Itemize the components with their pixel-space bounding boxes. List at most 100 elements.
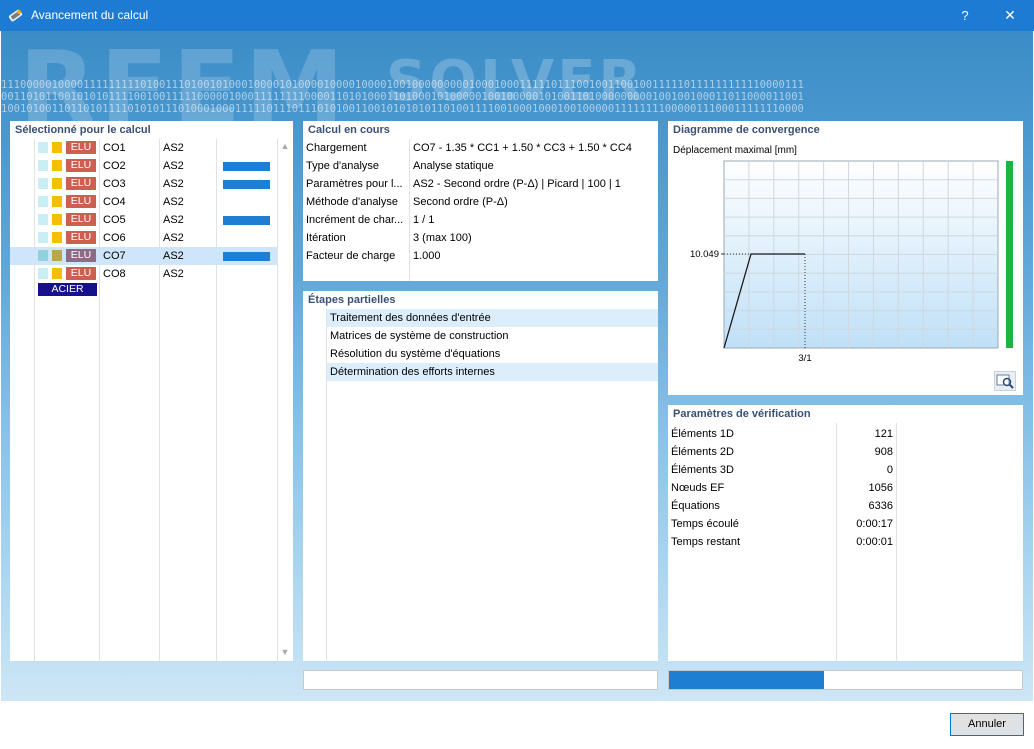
design-situation-badge: ELU (66, 249, 96, 262)
color-swatch (38, 178, 48, 189)
info-key: Incrément de char... (306, 214, 404, 226)
close-button[interactable]: ✕ (988, 0, 1032, 31)
partial-step-item: Traitement des données d'entrée (327, 309, 658, 327)
color-swatch (38, 196, 48, 207)
load-combination-row[interactable]: ELU CO2 AS2 (10, 157, 277, 175)
current-calculation-panel: Calcul en cours Chargement CO7 - 1.35 * C… (303, 121, 658, 281)
parameter-value: 121 (874, 428, 893, 440)
parameter-row: Éléments 3D 0 (668, 461, 1023, 479)
parameter-value: 908 (874, 446, 893, 458)
partial-step-item: Détermination des efforts internes (327, 363, 658, 381)
parameter-value: 0:00:17 (856, 518, 893, 530)
parameter-value: 1056 (868, 482, 893, 494)
color-swatch (38, 232, 48, 243)
info-value: 3 (max 100) (413, 232, 472, 244)
parameter-value: 6336 (868, 500, 893, 512)
design-situation-badge: ELU (66, 213, 96, 226)
parameter-key: Éléments 2D (671, 446, 734, 458)
row-progress-bar (223, 180, 270, 189)
info-value: 1 / 1 (413, 214, 435, 226)
design-situation-badge: ELU (66, 141, 96, 154)
step-label: Matrices de système de construction (330, 330, 509, 342)
info-key: Chargement (306, 142, 367, 154)
scroll-up-arrow[interactable]: ▲ (279, 141, 291, 151)
y-tick-label: 10.049 (690, 249, 719, 260)
calculation-info-row: Incrément de char... 1 / 1 (303, 211, 658, 229)
analysis-settings: AS2 (163, 178, 184, 190)
info-key: Type d'analyse (306, 160, 380, 172)
color-swatch (38, 268, 48, 279)
x-tick-label: 3/1 (798, 353, 811, 364)
color-swatch (52, 232, 62, 243)
analysis-settings: AS2 (163, 160, 184, 172)
design-situation-badge: ELU (66, 177, 96, 190)
window-title: Avancement du calcul (31, 8, 149, 22)
step-label: Traitement des données d'entrée (330, 312, 491, 324)
calculation-info-row: Itération 3 (max 100) (303, 229, 658, 247)
parameter-row: Temps restant 0:00:01 (668, 533, 1023, 551)
step-label: Détermination des efforts internes (330, 366, 495, 378)
parameter-value: 0:00:01 (856, 536, 893, 548)
combination-id: CO7 (103, 250, 126, 262)
color-swatch (38, 142, 48, 153)
design-situation-badge: ELU (66, 231, 96, 244)
color-swatch (52, 214, 62, 225)
calculation-info-row: Facteur de charge 1.000 (303, 247, 658, 265)
parameter-row: Éléments 1D 121 (668, 425, 1023, 443)
panel-title: Paramètres de vérification (673, 408, 811, 420)
info-key: Méthode d'analyse (306, 196, 398, 208)
load-combination-row[interactable]: ELU CO4 AS2 (10, 193, 277, 211)
parameter-key: Nœuds EF (671, 482, 725, 494)
parameter-value: 0 (886, 464, 893, 476)
cancel-button[interactable]: Annuler (950, 713, 1024, 736)
parameter-key: Éléments 1D (671, 428, 734, 440)
color-swatch (38, 160, 48, 171)
color-swatch (52, 250, 62, 261)
parameter-row: Équations 6336 (668, 497, 1023, 515)
combination-id: CO8 (103, 268, 126, 280)
load-combination-row[interactable]: ELU CO3 AS2 (10, 175, 277, 193)
analysis-settings: AS2 (163, 268, 184, 280)
progress-fill (669, 671, 825, 689)
status-field (303, 670, 658, 690)
selected-for-calculation-panel: Sélectionné pour le calcul ▲ ▼ ELU CO1 AS2… (10, 121, 293, 661)
analysis-settings: AS2 (163, 196, 184, 208)
parameter-row: Temps écoulé 0:00:17 (668, 515, 1023, 533)
convergence-diagram-panel: Diagramme de convergence Déplacement max… (668, 121, 1023, 395)
design-situation-badge: ELU (66, 267, 96, 280)
calculation-info-row: Méthode d'analyse Second ordre (P-Δ) (303, 193, 658, 211)
progress-bar (668, 670, 1023, 690)
combination-id: CO3 (103, 178, 126, 190)
load-combination-row[interactable]: ELU CO8 AS2 (10, 265, 277, 283)
info-value: Second ordre (P-Δ) (413, 196, 508, 208)
color-swatch (52, 178, 62, 189)
parameter-key: Temps restant (671, 536, 741, 548)
row-progress-bar (223, 216, 270, 225)
help-button[interactable]: ? (943, 0, 987, 31)
title-bar: Avancement du calcul ? ✕ (0, 0, 1034, 31)
color-swatch (52, 160, 62, 171)
zoom-chart-button[interactable] (994, 371, 1016, 391)
calculation-info-row: Chargement CO7 - 1.35 * CC1 + 1.50 * CC3 … (303, 139, 658, 157)
load-combination-row[interactable]: ELU CO6 AS2 (10, 229, 277, 247)
scroll-down-arrow[interactable]: ▼ (279, 647, 291, 657)
color-swatch (38, 250, 48, 261)
row-progress-bar (223, 162, 270, 171)
load-combination-row[interactable]: ELU CO7 AS2 (10, 247, 277, 265)
load-combination-row[interactable]: ELU CO5 AS2 (10, 211, 277, 229)
app-icon (8, 9, 23, 22)
partial-steps-panel: Étapes partielles Traitement des données… (303, 291, 658, 661)
load-combination-row[interactable]: ELU CO1 AS2 (10, 139, 277, 157)
info-key: Itération (306, 232, 346, 244)
design-situation-badge: ELU (66, 195, 96, 208)
partial-step-item: Matrices de système de construction (327, 327, 658, 345)
color-swatch (52, 196, 62, 207)
info-value: 1.000 (413, 250, 441, 262)
parameter-key: Temps écoulé (671, 518, 739, 530)
combination-id: CO2 (103, 160, 126, 172)
analysis-settings: AS2 (163, 232, 184, 244)
panel-title: Étapes partielles (308, 294, 396, 306)
calculation-info-row: Type d'analyse Analyse statique (303, 157, 658, 175)
info-value: CO7 - 1.35 * CC1 + 1.50 * CC3 + 1.50 * C… (413, 142, 632, 154)
calculation-info-row: Paramètres pour l... AS2 - Second ordre (… (303, 175, 658, 193)
